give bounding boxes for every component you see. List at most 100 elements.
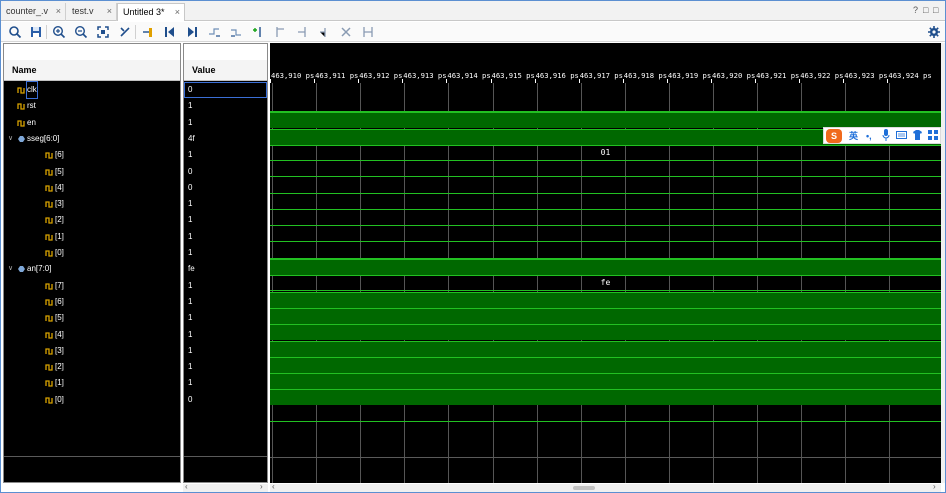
signal-value[interactable]: 0	[184, 180, 267, 196]
punctuation-icon[interactable]: •,	[866, 129, 872, 143]
signal-value[interactable]: 0	[184, 392, 267, 408]
signal-row[interactable]: rst	[4, 98, 180, 114]
wave-trace[interactable]	[270, 178, 941, 194]
wave-trace[interactable]	[270, 112, 941, 129]
signal-value[interactable]: 1	[184, 343, 267, 359]
signal-value[interactable]: 0	[184, 82, 267, 98]
previous-marker-icon[interactable]	[272, 24, 288, 40]
signal-value[interactable]: 4f	[184, 131, 267, 147]
close-icon[interactable]: ×	[107, 3, 112, 19]
skin-icon[interactable]	[912, 129, 923, 145]
signal-row[interactable]: [5]	[4, 164, 180, 180]
wave-trace[interactable]	[270, 389, 941, 406]
signal-value[interactable]: 1	[184, 229, 267, 245]
waveform-canvas[interactable]: 463,910 ps 463,911 ps 463,912 ps 463,913 ps…	[270, 43, 941, 483]
signal-row[interactable]: [2]	[4, 359, 180, 375]
signal-row[interactable]: [6]	[4, 294, 180, 310]
expand-chevron-icon[interactable]: ∨	[8, 131, 13, 147]
save-icon[interactable]	[28, 24, 44, 40]
value-column-header[interactable]: Value	[184, 60, 267, 81]
wave-trace[interactable]	[270, 161, 941, 178]
signal-row[interactable]: clk	[4, 81, 180, 99]
search-icon[interactable]	[7, 24, 23, 40]
wave-trace[interactable]	[270, 210, 941, 227]
signal-value[interactable]: 1	[184, 115, 267, 131]
scroll-left-icon[interactable]: ‹	[185, 482, 188, 491]
wave-trace[interactable]	[270, 406, 941, 422]
scroll-right-icon[interactable]: ›	[260, 482, 263, 491]
wave-trace[interactable]: 01	[270, 144, 941, 161]
signal-row[interactable]: en	[4, 115, 180, 131]
signal-row[interactable]: [7]	[4, 278, 180, 294]
signal-row[interactable]: [0]	[4, 392, 180, 408]
signal-value[interactable]: 1	[184, 359, 267, 375]
expand-chevron-icon[interactable]: ∨	[8, 261, 13, 277]
signal-value[interactable]: 1	[184, 147, 267, 163]
value-hscrollbar[interactable]: ‹ ›	[183, 482, 268, 492]
signal-row[interactable]: [4]	[4, 327, 180, 343]
vertical-scrollbar[interactable]	[941, 43, 945, 483]
language-toggle[interactable]: 英	[849, 129, 858, 143]
close-icon[interactable]: ×	[56, 3, 61, 19]
signal-value[interactable]: 1	[184, 375, 267, 391]
wave-trace[interactable]	[270, 194, 941, 210]
zoom-in-icon[interactable]	[51, 24, 67, 40]
signal-row[interactable]: [1]	[4, 375, 180, 391]
delete-marker-icon[interactable]	[338, 24, 354, 40]
wave-trace[interactable]	[270, 259, 941, 275]
wave-trace[interactable]	[270, 340, 941, 357]
close-icon[interactable]: ×	[175, 4, 180, 20]
signal-value[interactable]: 1	[184, 278, 267, 294]
scroll-right-icon[interactable]: ›	[933, 482, 936, 491]
tab-counter-v[interactable]: counter_.v ×	[1, 3, 66, 21]
wave-trace[interactable]	[270, 226, 941, 243]
swap-cursors-alt-icon[interactable]	[228, 24, 244, 40]
wave-trace[interactable]	[270, 324, 941, 341]
signal-value[interactable]: fe	[184, 261, 267, 277]
signal-row[interactable]: [3]	[4, 196, 180, 212]
signal-row[interactable]: [6]	[4, 147, 180, 163]
zoom-fit-icon[interactable]	[95, 24, 111, 40]
unlock-marker-icon[interactable]	[360, 24, 376, 40]
signal-row[interactable]: [0]	[4, 245, 180, 261]
time-ruler[interactable]: 463,910 ps 463,911 ps 463,912 ps 463,913 ps…	[270, 69, 941, 83]
wave-trace[interactable]	[270, 96, 941, 112]
scroll-left-icon[interactable]: ‹	[272, 482, 275, 491]
go-to-last-icon[interactable]	[184, 24, 200, 40]
signal-value[interactable]: 0	[184, 164, 267, 180]
tab-untitled-3[interactable]: Untitled 3* ×	[117, 3, 185, 21]
wave-trace[interactable]: fe	[270, 275, 941, 292]
wave-trace[interactable]	[270, 291, 941, 308]
gear-icon[interactable]	[926, 24, 942, 40]
maximize-icon[interactable]: □	[933, 5, 938, 15]
signal-value[interactable]: 1	[184, 310, 267, 326]
cursor-snap-icon[interactable]	[117, 24, 133, 40]
signal-row[interactable]: ∨ sseg[6:0]	[4, 131, 180, 147]
ime-toolbar[interactable]: S 英 •,	[823, 127, 941, 144]
toolbox-icon[interactable]	[928, 129, 938, 145]
signal-row[interactable]: [2]	[4, 212, 180, 228]
signal-row[interactable]: [1]	[4, 229, 180, 245]
microphone-icon[interactable]	[882, 129, 890, 145]
wave-trace[interactable]	[270, 373, 941, 390]
tab-test-v[interactable]: test.v ×	[67, 3, 117, 21]
signal-row[interactable]: [3]	[4, 343, 180, 359]
sogou-logo-icon[interactable]: S	[826, 129, 842, 143]
signal-value[interactable]: 1	[184, 196, 267, 212]
wave-hscrollbar[interactable]: ‹ ›	[270, 482, 941, 492]
signal-value[interactable]: 1	[184, 327, 267, 343]
swap-cursors-icon[interactable]	[206, 24, 222, 40]
signal-row[interactable]: [4]	[4, 180, 180, 196]
add-marker-icon[interactable]	[140, 24, 156, 40]
signal-value[interactable]: 1	[184, 245, 267, 261]
next-marker-icon[interactable]	[294, 24, 310, 40]
keyboard-icon[interactable]	[896, 129, 907, 145]
help-icon[interactable]: ?	[913, 5, 918, 15]
zoom-out-icon[interactable]	[73, 24, 89, 40]
signal-row[interactable]: ∨ an[7:0]	[4, 261, 180, 277]
go-to-first-icon[interactable]	[162, 24, 178, 40]
name-column-header[interactable]: Name	[4, 60, 180, 81]
signal-row[interactable]: [5]	[4, 310, 180, 326]
wave-trace[interactable]	[270, 307, 941, 324]
previous-edge-icon[interactable]	[316, 24, 332, 40]
